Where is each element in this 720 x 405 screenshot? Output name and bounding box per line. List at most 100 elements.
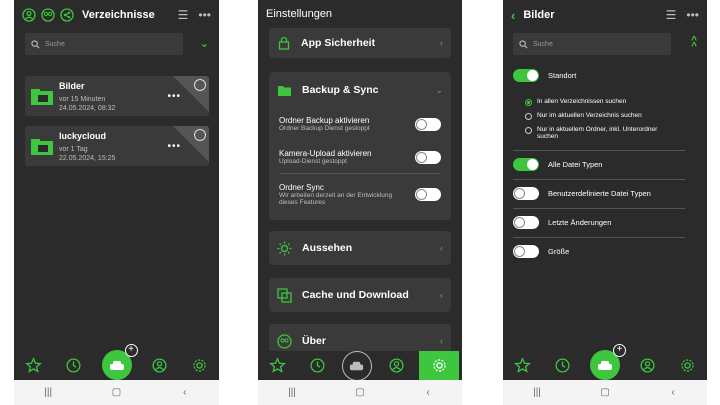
all-types-toggle[interactable] bbox=[513, 158, 539, 171]
tab-settings[interactable] bbox=[182, 351, 216, 380]
setting-camera-upload[interactable]: Kamera-Upload aktivieren Upload-Dienst g… bbox=[269, 141, 451, 173]
list-view-icon[interactable]: ☰ bbox=[178, 9, 189, 21]
filter-location[interactable]: Standort bbox=[513, 69, 685, 82]
search-input[interactable]: Suche bbox=[513, 33, 671, 55]
folder-card[interactable]: Bilder vor 15 Minuten 24.05.2024, 08:32 … bbox=[25, 76, 209, 116]
home-icon[interactable]: ▢ bbox=[96, 387, 136, 398]
home-icon[interactable]: ▢ bbox=[340, 387, 380, 398]
chevron-left-icon: ‹ bbox=[440, 243, 443, 253]
setting-folder-sync[interactable]: Ordner Sync Wir arbeiten derzeit an der … bbox=[269, 173, 451, 213]
filter-all-types[interactable]: Alle Datei Typen bbox=[513, 158, 685, 171]
folder-card[interactable]: luckycloud vor 1 Tag 22.05.2024, 15:25 •… bbox=[25, 126, 209, 166]
more-menu-icon[interactable]: ••• bbox=[686, 9, 699, 21]
clock-icon bbox=[66, 358, 81, 373]
recents-icon[interactable]: ||| bbox=[272, 387, 312, 398]
expand-chevron-icon[interactable]: ^ ^ bbox=[691, 36, 697, 52]
share-icon[interactable] bbox=[60, 8, 74, 22]
tab-favorites[interactable] bbox=[261, 351, 295, 380]
filter-label: Alle Datei Typen bbox=[548, 160, 603, 169]
section-about[interactable]: Über ‹ bbox=[269, 324, 451, 354]
tab-account[interactable] bbox=[380, 351, 414, 380]
chevron-down-icon: ⌄ bbox=[435, 84, 443, 95]
tab-settings[interactable] bbox=[419, 351, 460, 380]
back-icon[interactable]: ‹ bbox=[408, 387, 448, 398]
recents-icon[interactable]: ||| bbox=[28, 387, 68, 398]
recents-icon[interactable]: ||| bbox=[517, 387, 557, 398]
back-icon[interactable]: ‹ bbox=[165, 387, 205, 398]
search-icon bbox=[519, 39, 528, 48]
filter-size[interactable]: Größe bbox=[513, 245, 685, 258]
folder-backup-toggle[interactable] bbox=[415, 117, 441, 131]
plus-icon: + bbox=[124, 344, 138, 357]
more-menu-icon[interactable]: ••• bbox=[198, 9, 211, 21]
tab-favorites[interactable] bbox=[17, 351, 51, 380]
setting-folder-backup[interactable]: Ordner Backup aktivieren Ordner Backup D… bbox=[269, 108, 451, 140]
search-placeholder: Suche bbox=[533, 40, 553, 48]
tab-home[interactable] bbox=[340, 350, 374, 381]
user-icon bbox=[389, 358, 404, 373]
group-icon[interactable] bbox=[41, 8, 55, 22]
gear-icon bbox=[681, 359, 694, 372]
add-button[interactable]: + bbox=[101, 344, 138, 380]
backup-sync-header[interactable]: Backup & Sync ⌄ bbox=[269, 72, 451, 108]
size-toggle[interactable] bbox=[513, 245, 539, 258]
add-button[interactable]: + bbox=[590, 344, 626, 380]
back-icon[interactable]: ‹ bbox=[653, 387, 693, 398]
copy-icon bbox=[277, 287, 292, 303]
star-icon bbox=[514, 357, 532, 373]
section-label: Backup & Sync bbox=[302, 84, 379, 96]
radio-label: In allen Verzeichnissen suchen bbox=[537, 98, 627, 105]
folder-time: vor 15 Minuten bbox=[59, 96, 106, 103]
tab-recent[interactable] bbox=[57, 351, 91, 380]
radio-current-directory[interactable]: Nur im aktuellen Verzeichnis suchen bbox=[525, 112, 642, 120]
filter-custom-types[interactable]: Benutzerdefinierte Datei Typen bbox=[513, 187, 685, 200]
clock-icon bbox=[555, 358, 570, 373]
more-options-icon[interactable]: ••• bbox=[167, 91, 181, 102]
tab-recent[interactable] bbox=[300, 351, 334, 380]
gear-icon bbox=[433, 359, 446, 372]
more-options-icon[interactable]: ••• bbox=[167, 141, 181, 152]
profile-icon[interactable] bbox=[22, 8, 36, 22]
camera-upload-toggle[interactable] bbox=[415, 150, 441, 164]
folder-icon bbox=[31, 89, 53, 105]
custom-types-toggle[interactable] bbox=[513, 187, 539, 200]
page-title: Einstellungen bbox=[266, 8, 333, 20]
section-appearance[interactable]: Aussehen ‹ bbox=[269, 231, 451, 265]
tab-recent[interactable] bbox=[545, 351, 579, 380]
folder-time: vor 1 Tag bbox=[59, 146, 88, 153]
star-icon bbox=[269, 357, 287, 373]
location-toggle[interactable] bbox=[513, 69, 539, 82]
collapse-chevron-icon[interactable]: ⌄ bbox=[200, 37, 209, 50]
tab-settings[interactable] bbox=[670, 351, 704, 380]
divider bbox=[513, 208, 685, 209]
filter-label: Standort bbox=[548, 71, 577, 80]
filter-last-changes[interactable]: Letzte Änderungen bbox=[513, 216, 685, 229]
section-label: Aussehen bbox=[302, 242, 353, 254]
setting-subtitle: Wir arbeiten derzeit an der Entwicklung … bbox=[279, 191, 393, 206]
chevron-left-icon: ‹ bbox=[440, 336, 443, 346]
last-changes-toggle[interactable] bbox=[513, 216, 539, 229]
back-arrow-icon[interactable]: ‹ bbox=[511, 8, 515, 23]
radio-unselected[interactable] bbox=[525, 127, 532, 134]
tab-account[interactable] bbox=[631, 351, 665, 380]
tab-account[interactable] bbox=[142, 351, 176, 380]
lock-icon bbox=[278, 36, 290, 50]
radio-selected[interactable] bbox=[525, 99, 532, 106]
list-view-icon[interactable]: ☰ bbox=[666, 9, 677, 21]
header: Einstellungen bbox=[258, 0, 462, 28]
system-nav-bar: ||| ▢ ‹ bbox=[14, 380, 219, 405]
chevron-left-icon: ‹ bbox=[440, 290, 443, 300]
radio-all-directories[interactable]: In allen Verzeichnissen suchen bbox=[525, 98, 626, 106]
setting-title: Ordner Sync bbox=[279, 182, 324, 192]
page-title: Verzeichnisse bbox=[82, 9, 155, 21]
tab-favorites[interactable] bbox=[506, 351, 540, 380]
section-cache-download[interactable]: Cache und Download ‹ bbox=[269, 278, 451, 312]
screen-settings: Einstellungen App Sicherheit ‹ Backup & … bbox=[258, 0, 462, 405]
sun-icon bbox=[277, 241, 292, 255]
radio-unselected[interactable] bbox=[525, 113, 532, 120]
home-icon[interactable]: ▢ bbox=[585, 387, 625, 398]
search-input[interactable]: Suche bbox=[25, 33, 183, 55]
section-app-security[interactable]: App Sicherheit ‹ bbox=[269, 28, 451, 58]
radio-current-folder[interactable]: Nur in aktuellem Ordner, inkl. Unterordn… bbox=[525, 126, 675, 140]
folder-sync-toggle[interactable] bbox=[415, 187, 441, 201]
